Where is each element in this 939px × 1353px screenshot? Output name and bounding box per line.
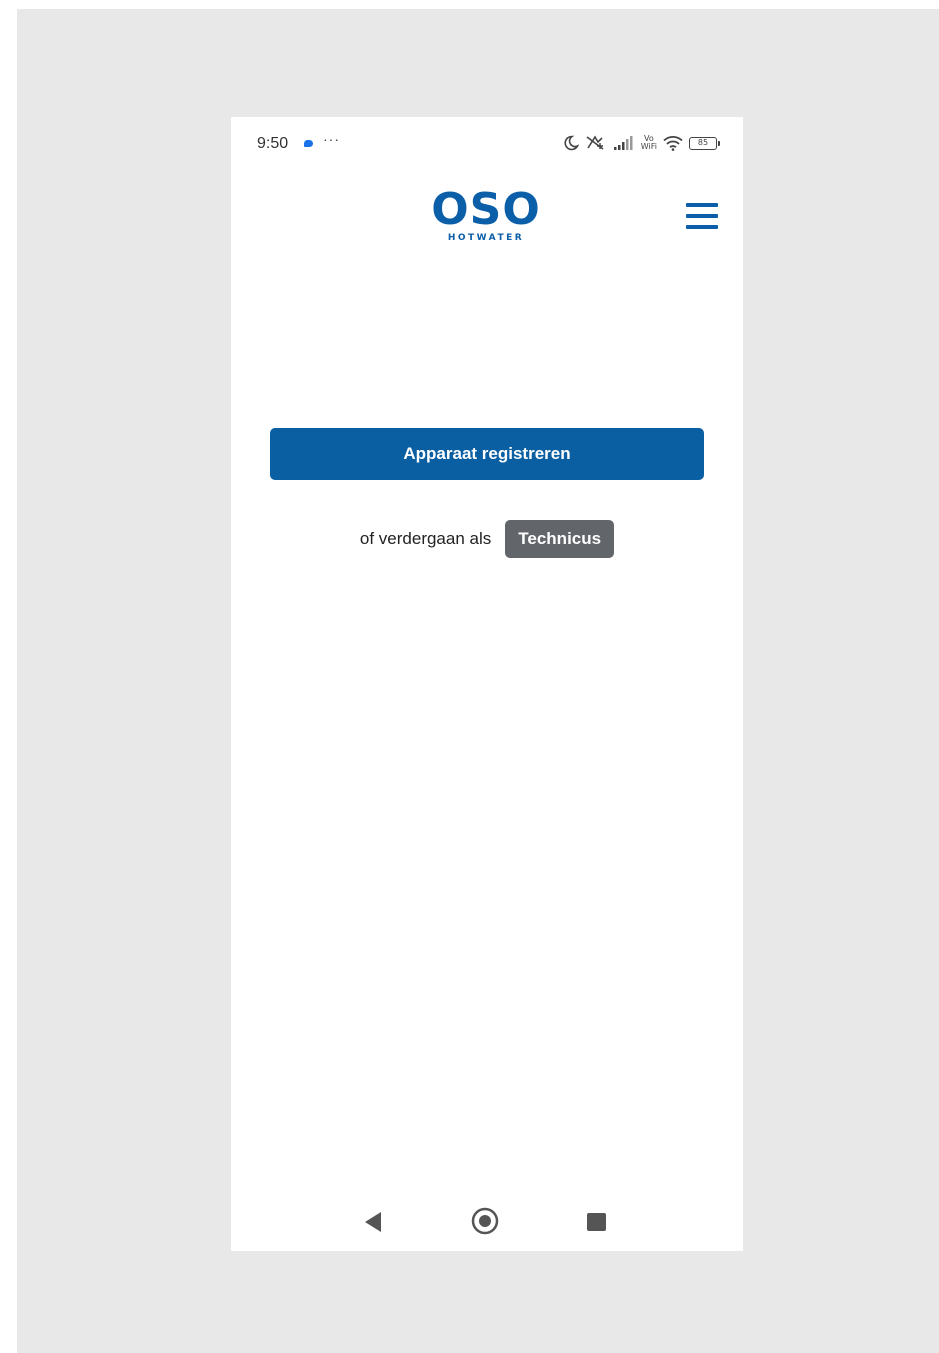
status-icons: Vo WiFi 85	[563, 133, 720, 153]
oso-hotwater-logo: OSO HOTWATER	[426, 184, 546, 245]
menu-bar-bottom	[686, 225, 718, 229]
recents-icon[interactable]	[587, 1213, 606, 1231]
back-icon[interactable]	[363, 1211, 383, 1233]
menu-bar-top	[686, 203, 718, 207]
data-off-icon	[586, 135, 604, 150]
menu-bar-middle	[686, 214, 718, 218]
home-icon[interactable]	[471, 1207, 499, 1235]
technician-button[interactable]: Technicus	[505, 520, 615, 558]
message-icon	[304, 140, 313, 147]
moon-icon	[564, 135, 579, 151]
battery-icon: 85	[689, 136, 720, 150]
status-time: 9:50	[257, 135, 289, 152]
register-device-button[interactable]: Apparaat registreren	[270, 428, 704, 480]
phone-screen: 9:50 ··· Vo WiFi 85 OSO HOTWATER Apparaa…	[231, 117, 743, 1251]
more-notifications-icon: ···	[323, 131, 340, 147]
status-bar: 9:50 ··· Vo WiFi 85	[231, 117, 743, 169]
wifi-icon	[663, 136, 683, 151]
vowifi-icon: Vo WiFi	[640, 134, 657, 151]
continue-as-row: of verdergaan als Technicus	[231, 519, 743, 559]
signal-icon	[613, 136, 633, 150]
logo-main-text: OSO	[431, 184, 541, 235]
continue-as-text: of verdergaan als	[359, 529, 492, 548]
hamburger-menu-icon[interactable]	[685, 201, 719, 233]
